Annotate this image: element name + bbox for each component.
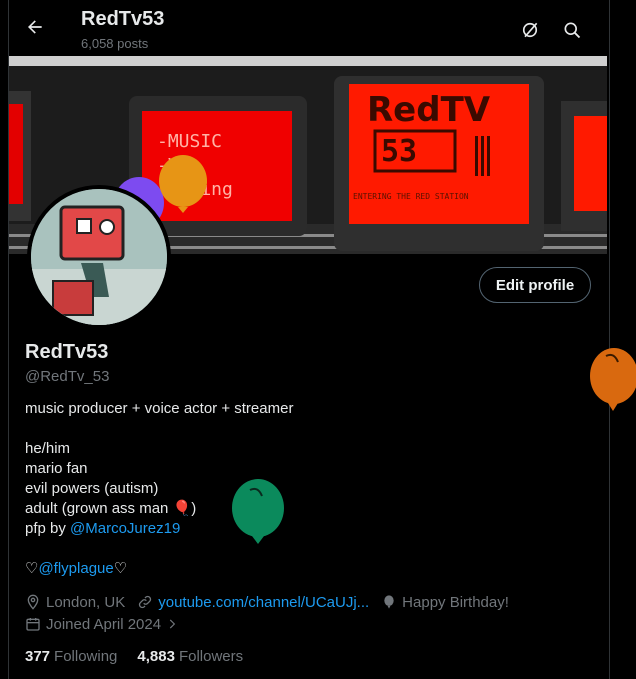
followers-count[interactable]: 4,883 [137, 648, 175, 665]
profile-meta: London, UK youtube.com/channel/UCaUJj...… [25, 591, 521, 635]
green-balloon-icon [232, 479, 284, 544]
profile-header-bar: RedTv53 6,058 posts [8, 0, 608, 56]
birthday-item: Happy Birthday! [381, 594, 509, 611]
bio-spacer [25, 419, 293, 439]
profile-handle: @RedTv_53 [25, 368, 110, 385]
posts-count: 6,058 posts [81, 36, 149, 51]
avatar[interactable] [27, 185, 171, 329]
pfp-credit-link[interactable]: @MarcoJurez19 [70, 520, 180, 537]
followers-label[interactable]: Followers [179, 648, 243, 665]
slash-circle-icon [522, 22, 538, 38]
following-label[interactable]: Following [54, 648, 117, 665]
meta-row: London, UK youtube.com/channel/UCaUJj...… [25, 591, 521, 613]
edit-profile-button[interactable]: Edit profile [479, 267, 591, 303]
right-gutter [610, 0, 636, 679]
banner-tv-number: 53 [381, 134, 418, 169]
bio-line: mario fan [25, 460, 88, 477]
heart-icon: ♡ [113, 560, 128, 577]
bio-line: he/him [25, 440, 71, 457]
banner-tv-title: RedTV [367, 90, 491, 130]
profile-name: RedTv53 [25, 341, 109, 363]
header-title: RedTv53 [81, 8, 165, 30]
joined-item[interactable]: Joined April 2024 [25, 616, 184, 633]
banner-tv-subtext: ENTERING THE RED STATION [353, 192, 469, 201]
flyplague-link[interactable]: @flyplague [38, 560, 113, 577]
bio-line: ♡@flyplague♡ [25, 559, 293, 579]
search-button[interactable] [560, 18, 584, 42]
follow-stats: 377 Following 4,883 Followers [25, 648, 263, 665]
location-item: London, UK [25, 594, 125, 611]
balloon-emoji: 🎈 [172, 500, 192, 517]
grok-button[interactable] [518, 18, 542, 42]
orange-balloon-icon [159, 155, 207, 213]
orange-balloon-icon [590, 348, 636, 411]
heart-icon: ♡ [25, 560, 39, 577]
link-icon [139, 595, 152, 609]
website-link[interactable]: youtube.com/channel/UCaUJj... [158, 594, 369, 611]
meta-row: Joined April 2024 [25, 613, 521, 635]
calendar-icon [26, 618, 40, 631]
balloon-icon [384, 595, 394, 609]
search-icon [564, 22, 581, 39]
back-button[interactable] [22, 14, 48, 40]
bio-line: music producer + voice actor + streamer [25, 400, 294, 417]
chevron-right-icon [169, 619, 176, 629]
website-item: youtube.com/channel/UCaUJj... [137, 594, 369, 611]
arrow-left-icon [28, 20, 42, 34]
location-pin-icon [27, 594, 39, 610]
avatar-image [31, 189, 167, 325]
following-count[interactable]: 377 [25, 648, 50, 665]
